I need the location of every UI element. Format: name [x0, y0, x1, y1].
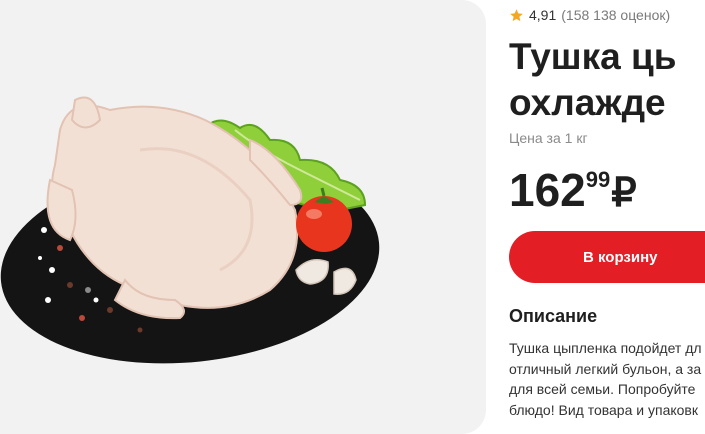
price-unit-label: Цена за 1 кг — [509, 130, 588, 146]
description-heading: Описание — [509, 306, 598, 326]
rating[interactable]: 4,91 (158 138 оценок) — [509, 7, 670, 23]
description-line: отличный легкий бульон, а за — [509, 360, 702, 377]
product-title-line-2: охлажде — [509, 82, 666, 123]
currency-symbol: ₽ — [611, 171, 637, 215]
description-line: для всей семьи. Попробуйте — [509, 381, 696, 397]
add-to-cart-button[interactable]: В корзину — [509, 231, 705, 283]
product-image — [0, 96, 380, 364]
description-text: Тушка цыпленка подойдет дл отличный легк… — [509, 338, 705, 420]
product-title: Тушка ць охлажде — [509, 34, 705, 126]
star-icon — [510, 8, 523, 21]
rating-count: (158 138 оценок) — [561, 7, 671, 23]
product-gallery[interactable] — [0, 0, 486, 434]
tomato — [296, 196, 352, 252]
price: 16299₽ — [509, 163, 637, 217]
rating-value: 4,91 — [529, 7, 557, 23]
price-integer: 162 — [509, 164, 586, 216]
price-fraction: 99 — [585, 167, 611, 192]
product-info: 4,91 (158 138 оценок) Тушка ць охлажде Ц… — [509, 0, 705, 434]
description-line: блюдо! Вид товара и упаковк — [509, 401, 698, 418]
product-title-line-1: Тушка ць — [509, 36, 677, 77]
description-line: Тушка цыпленка подойдет дл — [509, 340, 702, 356]
